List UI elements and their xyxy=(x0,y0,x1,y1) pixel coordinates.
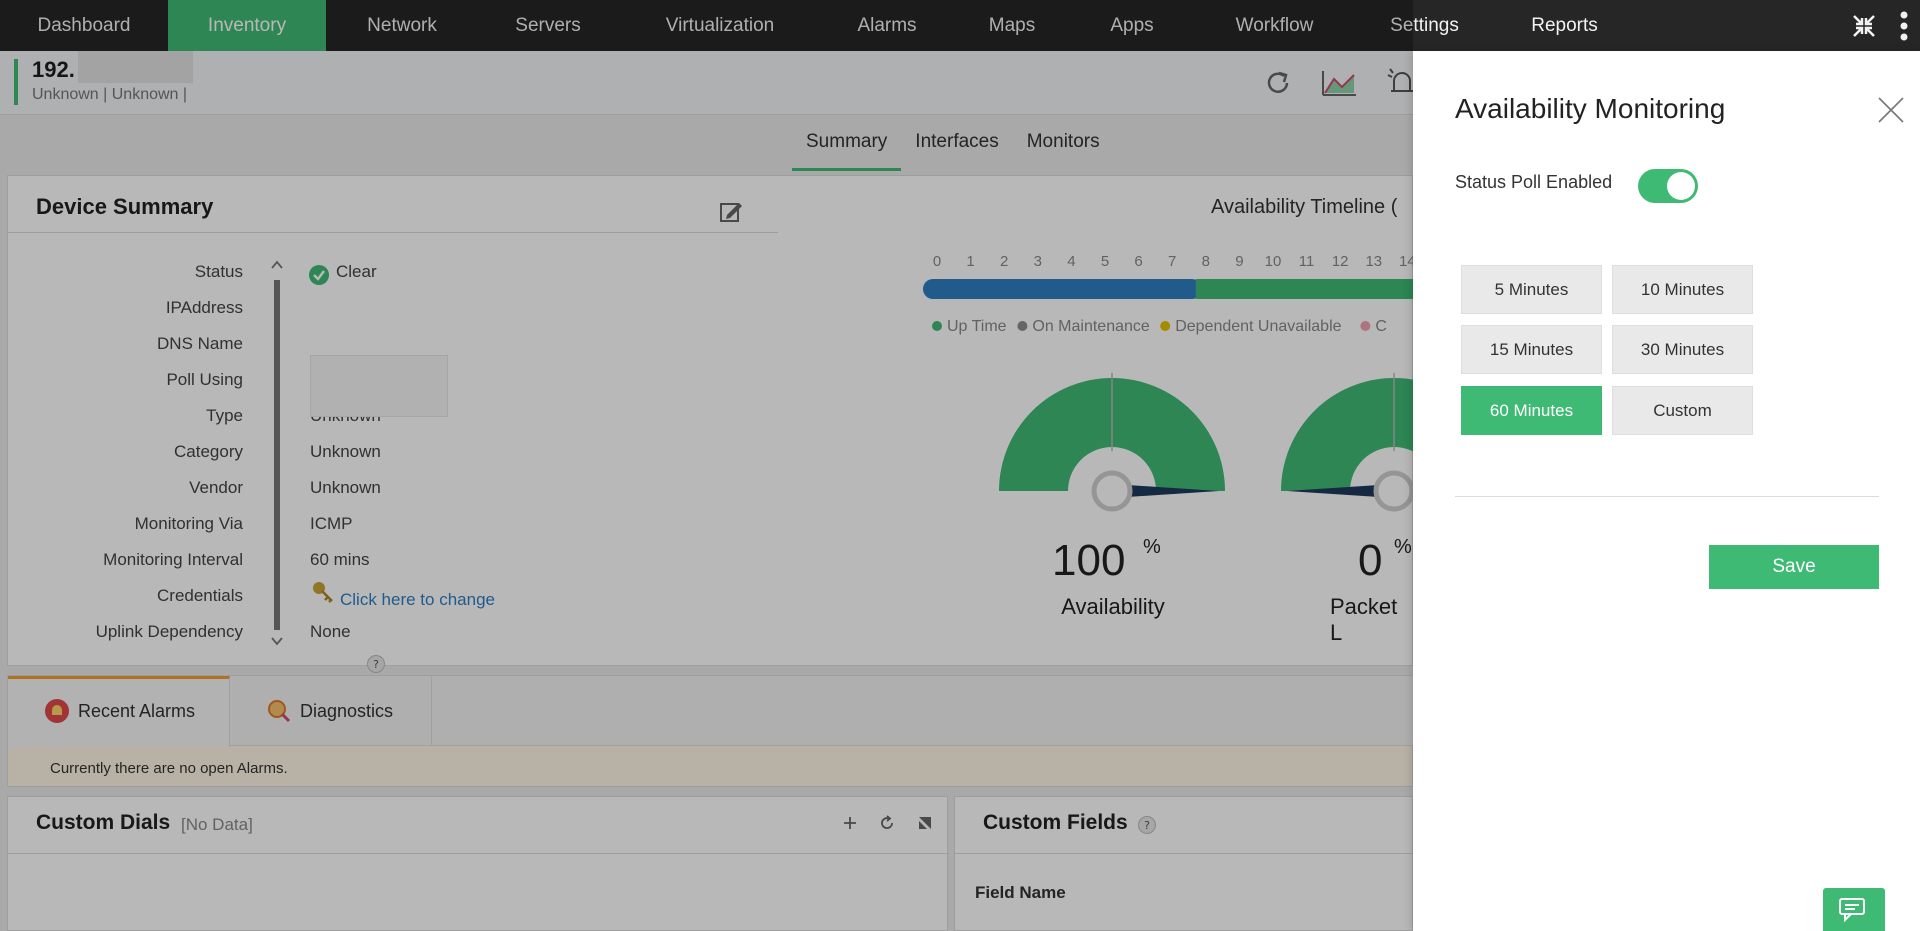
collapse-icon[interactable] xyxy=(1840,0,1888,51)
option-custom[interactable]: Custom xyxy=(1612,386,1753,435)
save-button[interactable]: Save xyxy=(1709,545,1879,589)
more-vertical-icon[interactable] xyxy=(1888,0,1920,51)
nav-reports[interactable]: Reports xyxy=(1492,0,1637,51)
status-poll-label: Status Poll Enabled xyxy=(1455,172,1613,192)
modal-overlay[interactable] xyxy=(0,0,1413,931)
chat-icon xyxy=(1839,897,1865,922)
chat-button[interactable] xyxy=(1823,888,1885,931)
drawer-title: Availability Monitoring xyxy=(1455,93,1726,124)
option-30-minutes[interactable]: 30 Minutes xyxy=(1612,325,1753,374)
status-poll-toggle[interactable] xyxy=(1638,169,1698,203)
option-5-minutes[interactable]: 5 Minutes xyxy=(1461,265,1602,314)
option-60-minutes[interactable]: 60 Minutes xyxy=(1461,386,1602,435)
option-10-minutes[interactable]: 10 Minutes xyxy=(1612,265,1753,314)
close-icon[interactable] xyxy=(1877,96,1905,124)
option-15-minutes[interactable]: 15 Minutes xyxy=(1461,325,1602,374)
availability-monitoring-drawer: Availability Monitoring Status Poll Enab… xyxy=(1413,51,1920,931)
nav-right-icons xyxy=(1840,0,1920,51)
toggle-knob xyxy=(1667,172,1695,200)
drawer-divider xyxy=(1455,496,1879,497)
